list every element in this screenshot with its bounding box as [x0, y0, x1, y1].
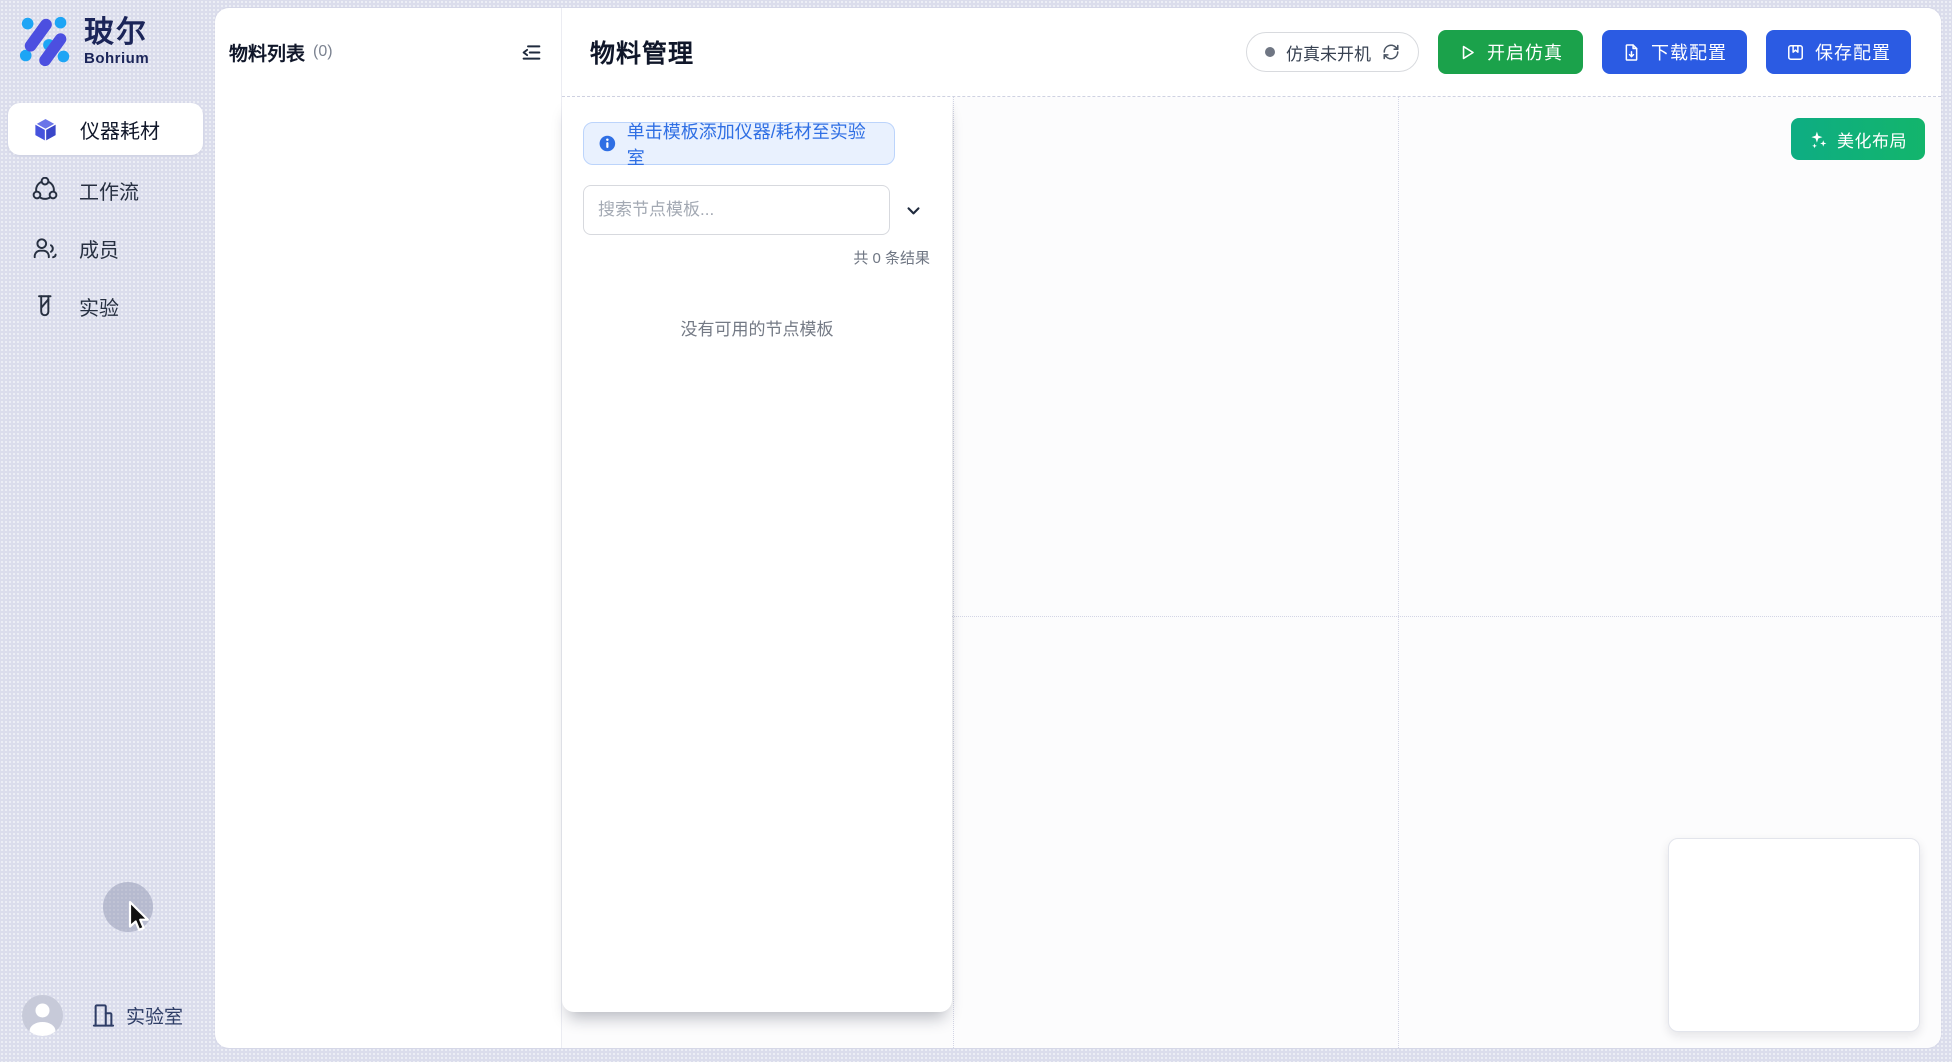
brand-logo[interactable]: 玻尔 Bohrium: [18, 12, 149, 70]
sidebar-item-label: 仪器耗材: [80, 115, 160, 144]
save-icon: [1786, 43, 1805, 62]
workflow-icon: [32, 177, 58, 203]
menu-fold-icon: [521, 42, 542, 63]
download-config-label: 下载配置: [1651, 39, 1727, 65]
sidebar-item-label: 成员: [79, 234, 119, 263]
lab-entry[interactable]: 实验室: [90, 1002, 183, 1029]
template-hint-banner: 单击模板添加仪器/耗材至实验室: [583, 122, 895, 165]
file-download-icon: [1622, 43, 1641, 62]
sidebar-item-label: 实验: [79, 292, 119, 321]
sidebar-item-experiments[interactable]: 实验: [8, 283, 203, 329]
canvas-gridline: [1398, 97, 1399, 1048]
lab-label: 实验室: [126, 1002, 183, 1029]
brand-name: 玻尔: [84, 16, 149, 50]
play-icon: [1458, 43, 1477, 62]
brand-subtitle: Bohrium: [84, 50, 149, 67]
refresh-icon[interactable]: [1382, 43, 1400, 61]
bohrium-logo-icon: [18, 12, 76, 70]
mouse-cursor: [122, 898, 156, 938]
materials-count: (0): [313, 43, 333, 61]
main-area: 物料管理 仿真未开机 开启仿真: [562, 8, 1941, 1048]
collapse-panel-button[interactable]: [517, 38, 545, 66]
template-search-input[interactable]: [583, 185, 890, 235]
building-icon: [90, 1002, 117, 1029]
app-card: 物料列表 (0) 物料管理 仿真未开机: [215, 8, 1941, 1048]
materials-panel-title: 物料列表: [229, 39, 305, 66]
empty-templates-text: 没有可用的节点模板: [562, 315, 952, 340]
materials-panel-header: 物料列表 (0): [215, 8, 561, 66]
cube-icon: [32, 116, 59, 143]
test-tube-icon: [32, 293, 58, 319]
simulation-status-pill[interactable]: 仿真未开机: [1246, 32, 1419, 72]
materials-list-panel: 物料列表 (0): [215, 8, 562, 1048]
info-icon: [598, 134, 617, 153]
sidebar-item-members[interactable]: 成员: [8, 225, 203, 271]
start-simulation-label: 开启仿真: [1487, 39, 1563, 65]
main-header: 物料管理 仿真未开机 开启仿真: [562, 8, 1941, 97]
beautify-layout-label: 美化布局: [1837, 127, 1907, 152]
page-title: 物料管理: [590, 34, 694, 70]
node-template-panel: 单击模板添加仪器/耗材至实验室 共 0 条结果 没有可用的节点模板: [562, 97, 952, 1012]
canvas-gridline: [953, 97, 954, 1048]
status-dot-icon: [1265, 47, 1275, 57]
flow-canvas[interactable]: 单击模板添加仪器/耗材至实验室 共 0 条结果 没有可用的节点模板: [562, 97, 1941, 1048]
beautify-layout-button[interactable]: 美化布局: [1791, 118, 1925, 160]
chevron-down-icon[interactable]: [905, 202, 922, 219]
users-icon: [32, 235, 58, 261]
results-count: 共 0 条结果: [853, 247, 930, 268]
user-avatar[interactable]: [22, 995, 63, 1036]
sparkles-icon: [1809, 130, 1828, 149]
sidebar-nav: 仪器耗材 工作流 成员: [8, 103, 203, 341]
sidebar-item-instruments[interactable]: 仪器耗材: [8, 103, 203, 155]
sidebar-item-workflow[interactable]: 工作流: [8, 167, 203, 213]
save-config-button[interactable]: 保存配置: [1766, 30, 1911, 74]
download-config-button[interactable]: 下载配置: [1602, 30, 1747, 74]
start-simulation-button[interactable]: 开启仿真: [1438, 30, 1583, 74]
simulation-status-text: 仿真未开机: [1286, 40, 1371, 65]
sidebar-item-label: 工作流: [79, 176, 139, 205]
save-config-label: 保存配置: [1815, 39, 1891, 65]
person-icon: [22, 995, 63, 1036]
canvas-minimap[interactable]: [1668, 838, 1920, 1032]
template-hint-text: 单击模板添加仪器/耗材至实验室: [627, 118, 880, 170]
